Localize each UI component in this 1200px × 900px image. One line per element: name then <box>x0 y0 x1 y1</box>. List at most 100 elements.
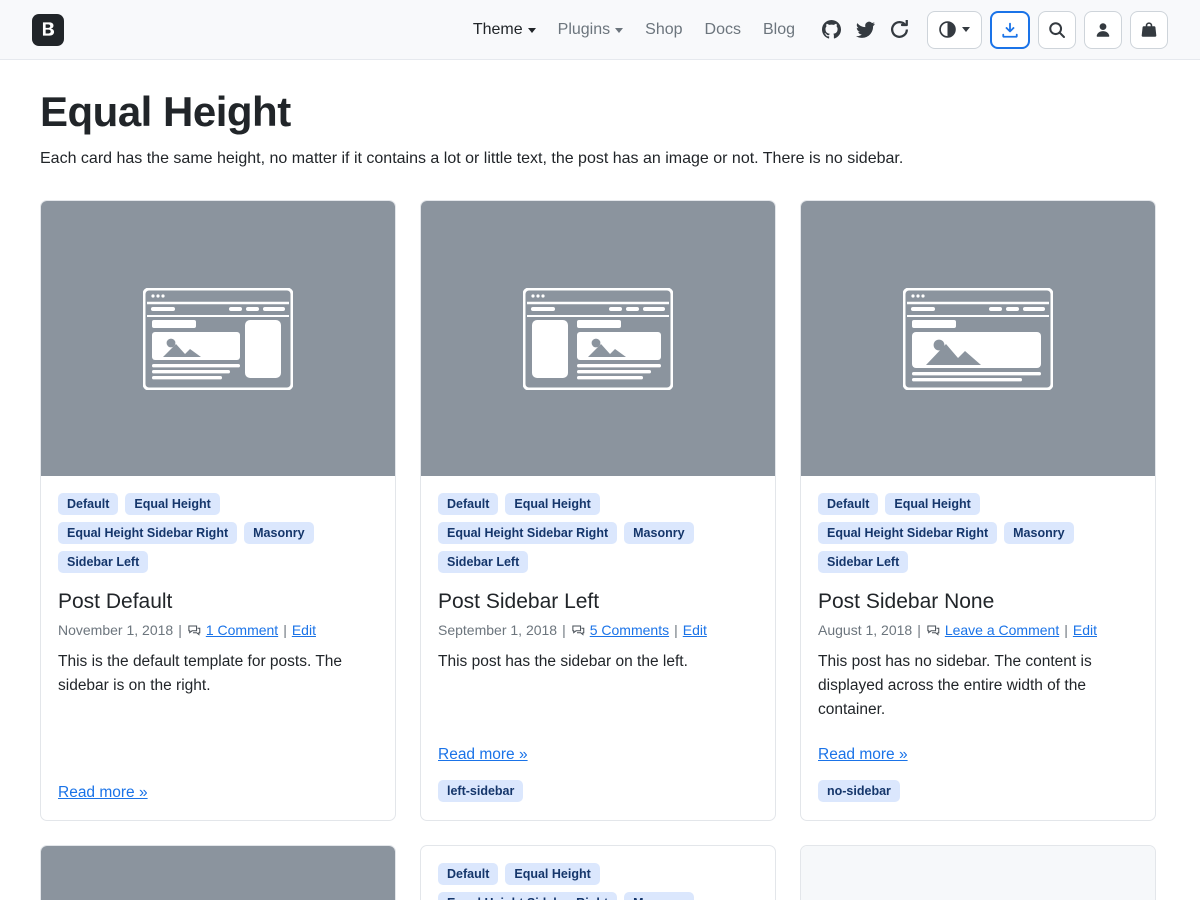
flex-spacer <box>818 722 1138 732</box>
search-icon <box>1049 21 1065 38</box>
page-content: Equal Height Each card has the same heig… <box>0 88 1200 900</box>
post-edit-link[interactable]: Edit <box>292 622 316 638</box>
post-card-body: Default Equal Height Equal Height Sideba… <box>421 476 775 820</box>
post-tag[interactable]: Sidebar Left <box>438 551 529 573</box>
main-nav: Theme Plugins Shop Docs Blog <box>473 21 795 39</box>
read-more-row: Read more » <box>58 784 378 802</box>
post-tag[interactable]: Default <box>58 493 119 515</box>
post-tag[interactable]: Sidebar Left <box>58 551 149 573</box>
nav-link-plugins[interactable]: Plugins <box>557 20 624 39</box>
theme-toggle-button[interactable] <box>927 10 982 49</box>
post-footer-tags: no-sidebar <box>818 780 1138 803</box>
post-card: Default Equal Height Equal Height Sideba… <box>40 200 396 822</box>
post-tags: Default Equal Height Equal Height Sideba… <box>818 493 1138 573</box>
post-comments-link[interactable]: Leave a Comment <box>945 622 1059 638</box>
post-thumbnail[interactable] <box>421 201 775 476</box>
person-icon <box>1096 22 1110 37</box>
post-title[interactable]: Post Sidebar Left <box>438 589 758 614</box>
header-right-group: Theme Plugins Shop Docs Blog <box>473 10 1168 49</box>
meta-separator: | <box>562 622 566 639</box>
chevron-down-icon <box>527 28 536 33</box>
chevron-down-icon <box>615 28 624 33</box>
post-date: September 1, 2018 <box>438 622 558 639</box>
comments-icon <box>571 623 586 638</box>
download-icon <box>1002 22 1018 38</box>
post-tag[interactable]: Default <box>818 493 879 515</box>
post-tag[interactable]: Equal Height Sidebar Right <box>818 522 998 544</box>
post-tag[interactable]: Masonry <box>624 522 694 544</box>
page-subtitle: Each card has the same height, no matter… <box>40 150 904 167</box>
post-footer-tag[interactable]: left-sidebar <box>438 780 524 803</box>
post-tag[interactable]: Masonry <box>1004 522 1074 544</box>
post-tag[interactable]: Default <box>438 493 499 515</box>
nav-link-docs[interactable]: Docs <box>705 21 741 39</box>
search-button[interactable] <box>1038 10 1076 49</box>
nav-link-shop[interactable]: Shop <box>645 21 682 39</box>
post-title[interactable]: Post Sidebar None <box>818 589 1138 614</box>
post-footer-tag[interactable]: no-sidebar <box>818 780 900 803</box>
brand-logo[interactable] <box>32 13 64 46</box>
post-card-grid-row2: Default Equal Height Equal Height Sideba… <box>40 845 1160 900</box>
post-card-body: Default Equal Height Equal Height Sideba… <box>801 476 1155 820</box>
post-thumbnail[interactable] <box>41 201 395 476</box>
wireframe-sidebar-left-icon <box>523 287 673 390</box>
nav-link-blog[interactable]: Blog <box>763 21 795 39</box>
post-meta: September 1, 2018 | 5 Comments | Edit <box>438 622 758 638</box>
post-card-body: Default Equal Height Equal Height Sideba… <box>41 476 395 820</box>
twitter-icon[interactable] <box>855 20 875 40</box>
bootstrap-b-logo-icon <box>42 22 54 36</box>
read-more-link[interactable]: Read more » <box>438 746 528 764</box>
meta-separator: | <box>674 622 678 639</box>
post-thumbnail[interactable] <box>801 201 1155 476</box>
post-tags: Default Equal Height Equal Height Sideba… <box>58 493 378 573</box>
post-comments-link[interactable]: 5 Comments <box>590 622 669 638</box>
github-icon[interactable] <box>821 20 841 40</box>
post-card: Default Equal Height Equal Height Sideba… <box>420 200 776 822</box>
post-card: Default Equal Height Equal Height Sideba… <box>420 845 776 900</box>
post-footer-tags: left-sidebar <box>438 780 758 803</box>
comments-icon <box>926 623 941 638</box>
post-excerpt: This post has no sidebar. The content is… <box>818 653 1092 719</box>
post-card-body: Default Equal Height Equal Height Sideba… <box>421 846 775 900</box>
circle-arrow-icon[interactable] <box>889 20 909 40</box>
meta-separator: | <box>1064 622 1068 639</box>
post-thumbnail[interactable] <box>41 846 395 900</box>
post-date: November 1, 2018 <box>58 622 174 639</box>
post-title[interactable]: Post Default <box>58 589 378 614</box>
post-card-grid: Default Equal Height Equal Height Sideba… <box>40 200 1160 822</box>
post-tag[interactable]: Equal Height Sidebar Right <box>58 522 238 544</box>
post-meta: November 1, 2018 | 1 Comment | Edit <box>58 622 378 638</box>
page-title: Equal Height <box>40 88 291 135</box>
nav-label-plugins: Plugins <box>557 20 611 38</box>
meta-separator: | <box>178 622 182 639</box>
post-comments-link[interactable]: 1 Comment <box>206 622 278 638</box>
read-more-row: Read more » <box>438 746 758 764</box>
read-more-link[interactable]: Read more » <box>58 784 148 802</box>
post-edit-link[interactable]: Edit <box>683 622 707 638</box>
post-tag[interactable]: Equal Height <box>505 863 600 886</box>
post-tag[interactable]: Equal Height <box>505 493 600 515</box>
post-edit-link[interactable]: Edit <box>1073 622 1097 638</box>
post-tag[interactable]: Equal Height <box>885 493 980 515</box>
post-date: August 1, 2018 <box>818 622 913 639</box>
post-tag[interactable]: Default <box>438 863 499 886</box>
post-excerpt: This post has the sidebar on the left. <box>438 653 688 671</box>
post-meta: August 1, 2018 | Leave a Comment | Edit <box>818 622 1138 638</box>
download-button[interactable] <box>990 10 1030 49</box>
meta-separator: | <box>917 622 921 639</box>
shopping-bag-icon <box>1141 21 1157 37</box>
post-thumbnail[interactable] <box>801 846 1155 900</box>
post-tag[interactable]: Equal Height <box>125 493 220 515</box>
flex-spacer <box>438 674 758 732</box>
post-tag[interactable]: Equal Height Sidebar Right <box>438 892 618 900</box>
social-links <box>821 20 909 40</box>
nav-link-theme[interactable]: Theme <box>473 21 536 39</box>
post-tag[interactable]: Masonry <box>624 892 694 900</box>
account-button[interactable] <box>1084 10 1122 49</box>
post-tag[interactable]: Equal Height Sidebar Right <box>438 522 618 544</box>
read-more-link[interactable]: Read more » <box>818 746 908 764</box>
cart-button[interactable] <box>1130 10 1168 49</box>
post-tag[interactable]: Sidebar Left <box>818 551 909 573</box>
header-button-group <box>927 10 1168 49</box>
post-tag[interactable]: Masonry <box>244 522 314 544</box>
